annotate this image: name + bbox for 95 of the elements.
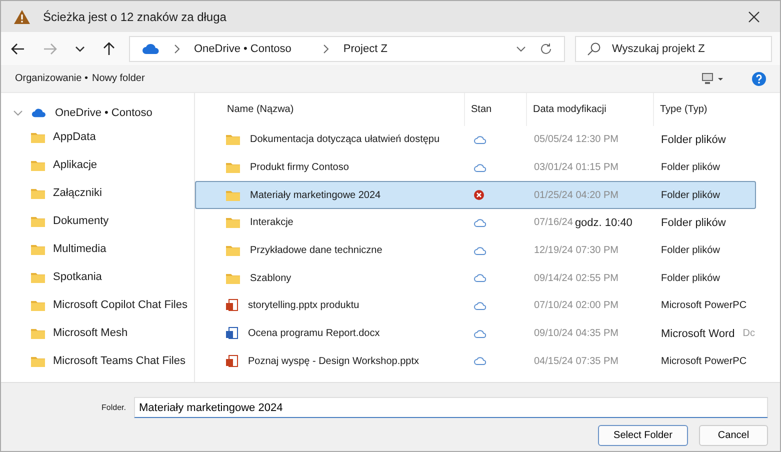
column-header[interactable]: Data modyfikacji xyxy=(527,93,654,126)
date-text: 01/25/24 04:20 PM xyxy=(534,190,619,201)
date-text: 04/15/24 07:35 PM xyxy=(534,356,619,367)
document-file-icon xyxy=(226,327,238,340)
type-text: Microsoft Word xyxy=(661,328,735,340)
type-text: Folder plików xyxy=(661,162,720,174)
chevron-down-icon[interactable] xyxy=(75,46,85,52)
file-name: Ocena programu Report.docx xyxy=(248,328,380,340)
toolbar-button[interactable]: Nowy folder xyxy=(92,73,145,84)
file-row[interactable]: Ocena programu Report.docx 09/10/24 04:35 PM Microsoft Word Dc xyxy=(195,320,756,348)
date-text: 09/14/24 02:55 PM xyxy=(534,272,619,284)
file-row[interactable]: Poznaj wyspę - Design Workshop.pptx 04/15/24 07:35 PM Microsoft PowerPC xyxy=(195,348,756,376)
file-row[interactable]: Szablony 09/14/24 02:55 PM Folder plików xyxy=(195,264,756,292)
file-name: Interakcje xyxy=(250,217,294,228)
file-name: Materiały marketingowe 2024 xyxy=(250,190,381,201)
chevron-right-icon xyxy=(174,44,180,54)
file-row[interactable]: Produkt firmy Contoso 03/01/24 01:15 PM Folder plików xyxy=(195,154,756,182)
window-title: Ścieżka jest o 12 znaków za długa xyxy=(43,10,228,24)
date-text: 07/16/24 xyxy=(534,217,573,228)
file-row[interactable]: Dokumentacja dotycząca ułatwień dostępu 05/05/24 12:30 PM Folder plików xyxy=(195,126,756,154)
folder-icon xyxy=(31,356,45,366)
folder-icon xyxy=(226,190,240,201)
folder-icon xyxy=(31,188,45,198)
sidebar-item[interactable]: Microsoft Teams Chat Files xyxy=(53,355,186,367)
date-text: 09/10/24 04:35 PM xyxy=(534,328,619,340)
search-icon xyxy=(587,42,601,56)
folder-icon xyxy=(226,217,240,228)
close-icon[interactable] xyxy=(748,10,760,22)
back-icon[interactable] xyxy=(11,42,25,54)
cancel-button[interactable]: Cancel xyxy=(699,425,768,446)
sidebar-item[interactable]: Aplikacje xyxy=(53,159,98,171)
chevron-right-icon xyxy=(323,44,330,54)
sidebar-item[interactable]: AppData xyxy=(53,131,96,143)
type-text: Folder plików xyxy=(661,134,726,146)
sidebar-item[interactable]: OneDrive • Contoso xyxy=(55,107,152,119)
refresh-icon[interactable] xyxy=(540,42,552,54)
type-text: Dc xyxy=(742,328,755,340)
folder-icon xyxy=(31,244,45,254)
cloud-icon xyxy=(31,108,47,118)
cloud-icon xyxy=(142,42,160,54)
file-row[interactable]: Materiały marketingowe 2024 01/25/24 04:20 PM Folder plików xyxy=(195,181,756,210)
type-text: Folder plików xyxy=(661,272,720,284)
folder-icon xyxy=(226,134,240,146)
time-text: godz. 10:40 xyxy=(574,216,632,229)
column-header[interactable]: Stan xyxy=(465,93,527,126)
file-name: Przykładowe dane techniczne xyxy=(250,245,382,256)
column-header[interactable]: Name (Nązwa) xyxy=(195,93,465,126)
file-row[interactable]: Interakcje 07/16/24 godz. 10:40 Folder plików xyxy=(195,209,756,237)
file-name: Szablony xyxy=(250,272,292,284)
breadcrumb-item[interactable]: OneDrive • Contoso xyxy=(194,42,292,54)
folder-icon xyxy=(31,328,45,338)
breadcrumb-item[interactable]: Project Z xyxy=(343,42,388,54)
folder-icon xyxy=(226,162,240,174)
folder-name-field[interactable]: Materiały marketingowe 2024 xyxy=(134,397,768,418)
address-bar[interactable]: OneDrive • Contoso Project Z xyxy=(129,36,565,62)
sidebar-item[interactable]: Microsoft Copilot Chat Files xyxy=(53,299,188,311)
sidebar-item[interactable]: Multimedia xyxy=(53,243,106,255)
chevron-down-icon[interactable] xyxy=(516,46,526,52)
presentation-file-icon xyxy=(226,299,238,312)
sidebar-item[interactable]: Załączniki xyxy=(53,187,102,199)
file-row[interactable]: storytelling.pptx produktu 07/10/24 02:00 PM Microsoft PowerPC xyxy=(195,292,756,320)
type-text: Microsoft PowerPC xyxy=(661,356,747,367)
search-field[interactable]: Wyszukaj projekt Z xyxy=(575,36,772,62)
type-text: Folder plików xyxy=(661,190,720,201)
folder-icon xyxy=(31,272,45,282)
column-header[interactable]: Type (Typ) xyxy=(654,93,780,126)
date-text: 05/05/24 12:30 PM xyxy=(534,134,619,146)
view-icon[interactable] xyxy=(702,72,724,84)
up-icon[interactable] xyxy=(103,42,115,56)
folder-icon xyxy=(31,160,45,170)
presentation-file-icon xyxy=(226,354,238,368)
folder-icon xyxy=(31,132,45,142)
folder-icon xyxy=(226,272,240,284)
field-label: Folder. xyxy=(102,403,126,412)
sidebar-item[interactable]: Dokumenty xyxy=(53,215,109,227)
date-text: 03/01/24 01:15 PM xyxy=(534,162,619,174)
file-row[interactable]: Przykładowe dane techniczne 12/19/24 07:30 PM Folder plików xyxy=(195,236,756,264)
folder-icon xyxy=(31,300,45,310)
sidebar-item[interactable]: Microsoft Mesh xyxy=(53,327,128,339)
date-text: 07/10/24 02:00 PM xyxy=(534,300,619,312)
date-text: 12/19/24 07:30 PM xyxy=(534,245,619,256)
file-name: Dokumentacja dotycząca ułatwień dostępu xyxy=(250,134,440,146)
folder-icon xyxy=(31,216,45,226)
type-text: Folder plików xyxy=(661,245,720,256)
type-text: Microsoft PowerPC xyxy=(661,300,747,312)
toolbar-button[interactable]: Organizowanie • xyxy=(15,73,88,84)
file-name: Poznaj wyspę - Design Workshop.pptx xyxy=(248,356,420,367)
help-icon[interactable] xyxy=(752,72,766,86)
file-name: storytelling.pptx produktu xyxy=(248,300,360,312)
file-name: Produkt firmy Contoso xyxy=(250,162,349,174)
sidebar-item[interactable]: Spotkania xyxy=(53,271,102,283)
type-text: Folder plików xyxy=(661,216,726,229)
folder-icon xyxy=(226,245,240,256)
select-folder-button[interactable]: Select Folder xyxy=(598,425,688,446)
warning-icon xyxy=(13,8,31,24)
